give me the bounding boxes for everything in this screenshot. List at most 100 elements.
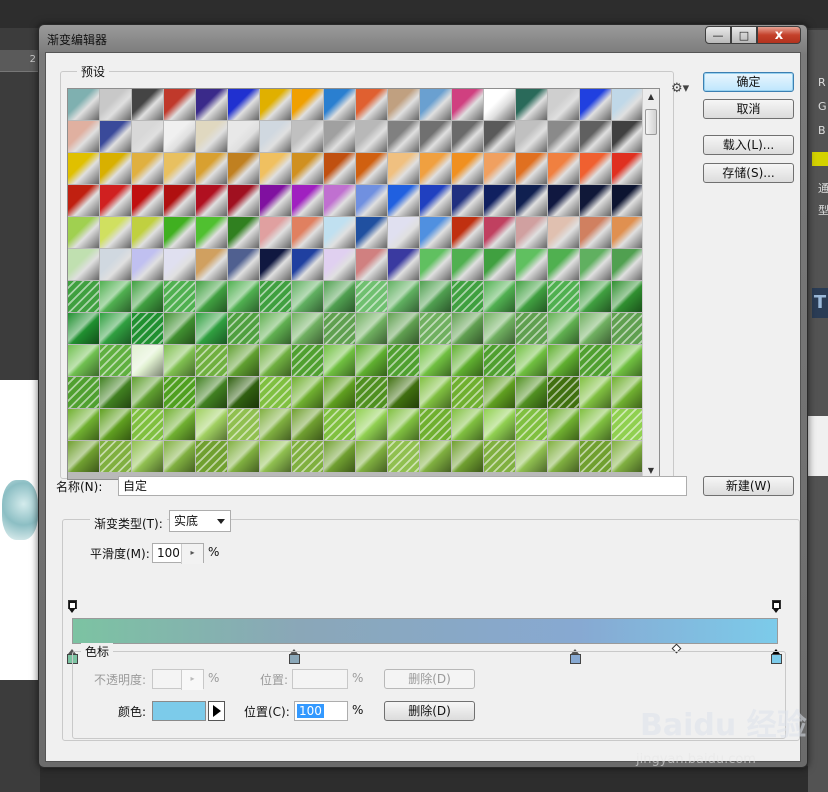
preset-swatch[interactable] [68,409,99,440]
preset-swatch[interactable] [612,185,643,216]
preset-swatch[interactable] [580,313,611,344]
preset-swatch[interactable] [260,281,291,312]
close-button[interactable]: x [757,26,801,44]
preset-swatch[interactable] [292,377,323,408]
cancel-button[interactable]: 取消 [703,99,794,119]
color-menu-arrow-icon[interactable] [208,701,225,721]
preset-swatch[interactable] [292,249,323,280]
preset-swatch[interactable] [452,281,483,312]
preset-swatch[interactable] [484,121,515,152]
preset-swatch[interactable] [292,217,323,248]
preset-swatch[interactable] [420,345,451,376]
preset-swatch[interactable] [68,153,99,184]
preset-swatch[interactable] [324,377,355,408]
gear-icon[interactable]: ⚙▾ [671,81,689,96]
preset-swatch[interactable] [164,345,195,376]
preset-swatch[interactable] [68,281,99,312]
preset-swatch[interactable] [164,153,195,184]
preset-swatch[interactable] [452,313,483,344]
preset-swatch[interactable] [356,409,387,440]
preset-swatch[interactable] [420,313,451,344]
ok-button[interactable]: 确定 [703,72,794,92]
preset-swatch[interactable] [228,377,259,408]
preset-swatch[interactable] [388,313,419,344]
preset-swatch[interactable] [100,121,131,152]
preset-swatch[interactable] [388,377,419,408]
preset-swatch[interactable] [356,441,387,472]
preset-swatch[interactable] [516,249,547,280]
opacity-delete-button[interactable]: 删除(D) [384,669,475,689]
preset-swatch[interactable] [612,409,643,440]
preset-swatch[interactable] [580,281,611,312]
preset-swatch[interactable] [132,185,163,216]
preset-swatch[interactable] [260,249,291,280]
preset-swatch[interactable] [324,249,355,280]
preset-swatch[interactable] [324,281,355,312]
preset-swatch[interactable] [388,409,419,440]
gradient-type-select[interactable]: 实底 [169,510,231,532]
preset-swatch[interactable] [68,89,99,120]
preset-swatch[interactable] [100,217,131,248]
preset-swatch[interactable] [420,249,451,280]
preset-swatch[interactable] [100,89,131,120]
preset-swatch[interactable] [260,185,291,216]
preset-swatch[interactable] [420,217,451,248]
preset-swatch[interactable] [388,121,419,152]
preset-swatch[interactable] [388,345,419,376]
preset-swatch[interactable] [132,249,163,280]
preset-swatch[interactable] [196,281,227,312]
preset-swatch[interactable] [164,217,195,248]
color-position-field[interactable]: 100 [294,701,348,721]
preset-swatch[interactable] [292,409,323,440]
preset-swatch[interactable] [356,185,387,216]
preset-swatch[interactable] [516,185,547,216]
preset-swatch[interactable] [196,185,227,216]
preset-swatch[interactable] [132,89,163,120]
smoothness-field[interactable]: 100 ▸ [152,543,204,564]
preset-swatch[interactable] [580,441,611,472]
preset-swatch[interactable] [388,441,419,472]
preset-swatch[interactable] [612,441,643,472]
preset-swatch[interactable] [580,345,611,376]
preset-swatch[interactable] [164,441,195,472]
preset-swatch[interactable] [356,313,387,344]
preset-swatch[interactable] [68,217,99,248]
preset-swatch[interactable] [612,377,643,408]
preset-swatch[interactable] [516,313,547,344]
preset-swatch[interactable] [228,281,259,312]
preset-swatch[interactable] [612,313,643,344]
color-swatch[interactable] [152,701,206,721]
preset-swatch[interactable] [612,249,643,280]
preset-swatch[interactable] [516,153,547,184]
preset-swatch[interactable] [356,121,387,152]
preset-swatch[interactable] [164,249,195,280]
preset-swatch[interactable] [388,153,419,184]
preset-swatch[interactable] [484,153,515,184]
preset-swatch[interactable] [132,377,163,408]
scroll-thumb[interactable] [645,109,657,135]
preset-swatch[interactable] [196,89,227,120]
preset-swatch[interactable] [100,185,131,216]
preset-swatch[interactable] [516,89,547,120]
maximize-button[interactable]: □ [731,26,757,44]
preset-swatch[interactable] [388,217,419,248]
preset-swatch[interactable] [420,121,451,152]
preset-swatch[interactable] [548,377,579,408]
preset-swatch[interactable] [324,345,355,376]
preset-swatch[interactable] [132,281,163,312]
preset-swatch[interactable] [132,441,163,472]
preset-swatch[interactable] [548,185,579,216]
preset-swatch[interactable] [420,89,451,120]
preset-swatch[interactable] [580,249,611,280]
preset-swatch[interactable] [228,249,259,280]
preset-swatch[interactable] [260,441,291,472]
preset-swatch[interactable] [324,441,355,472]
preset-swatch[interactable] [356,153,387,184]
preset-swatch[interactable] [260,89,291,120]
preset-swatch[interactable] [324,217,355,248]
preset-swatch[interactable] [292,121,323,152]
preset-swatch[interactable] [580,153,611,184]
presets-scrollbar[interactable]: ▲ ▼ [642,89,659,479]
preset-swatch[interactable] [612,217,643,248]
preset-swatch[interactable] [228,441,259,472]
